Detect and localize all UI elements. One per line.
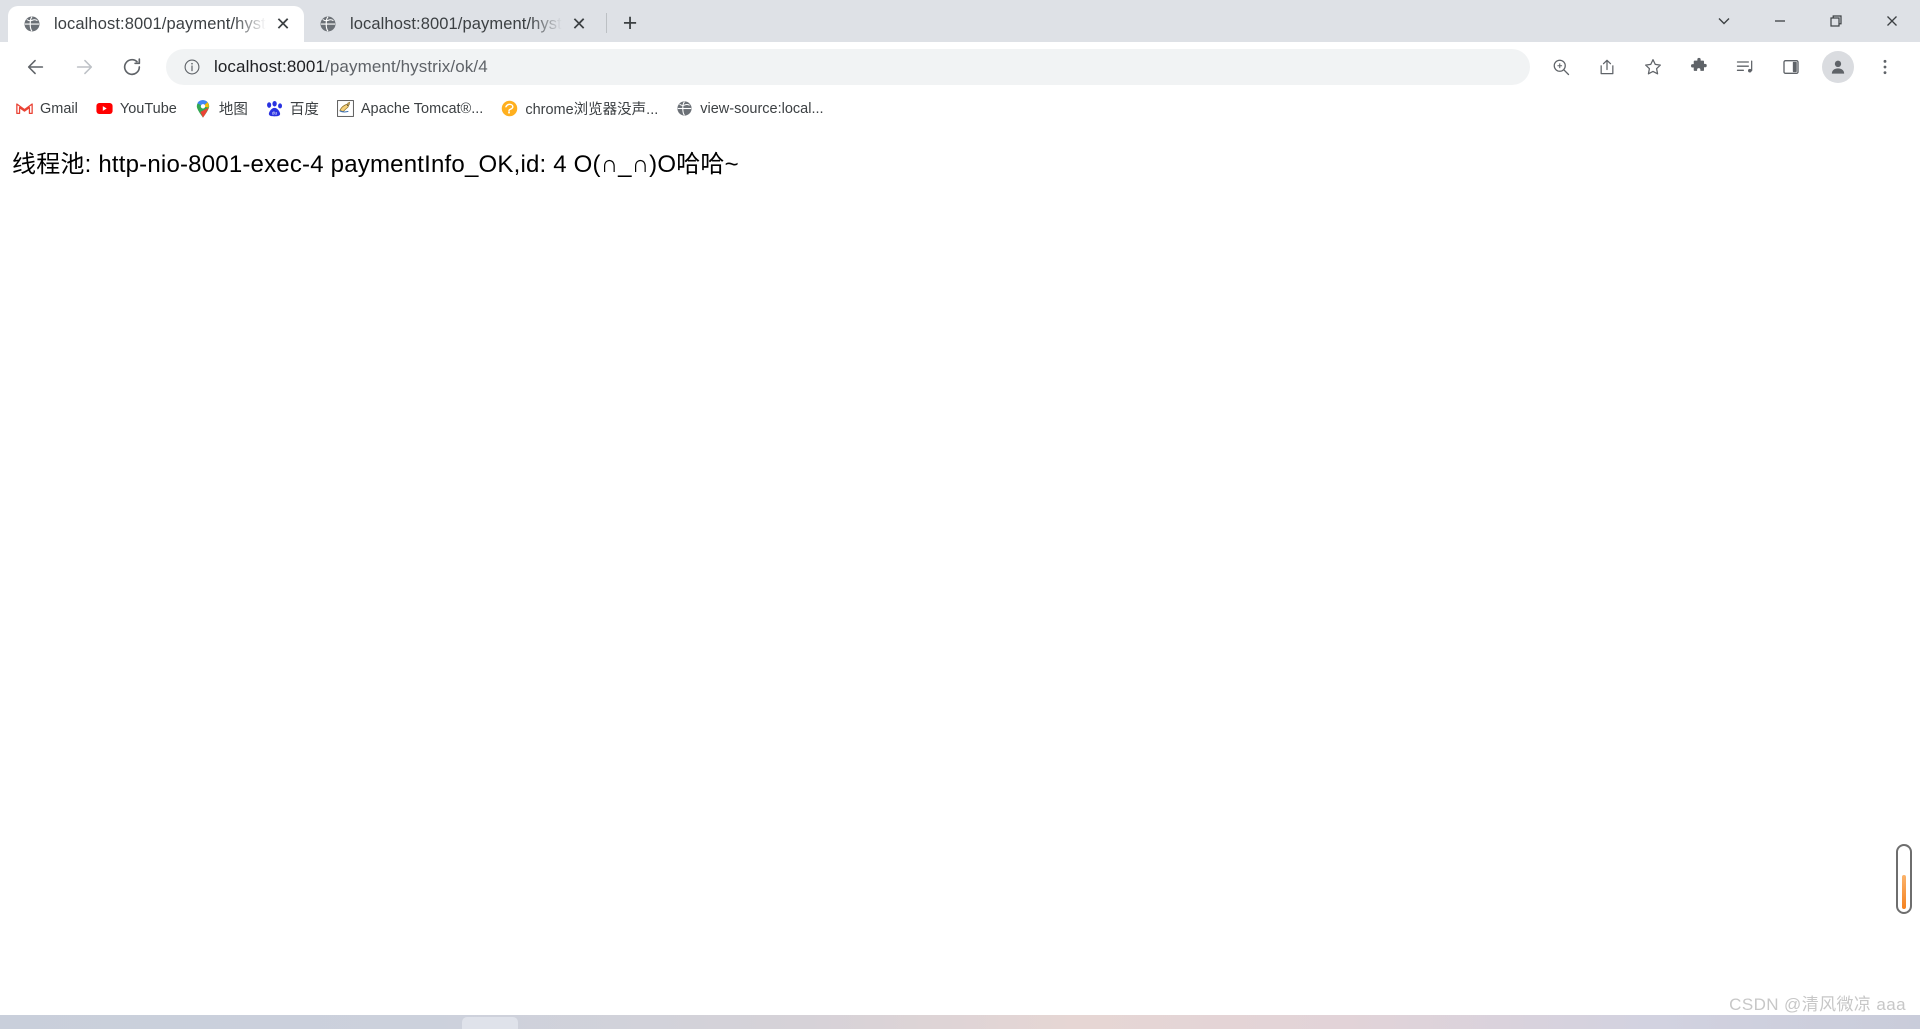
- youtube-icon: [96, 100, 113, 117]
- google-maps-pin-icon: [195, 99, 212, 118]
- scrollbar-fill: [1902, 875, 1906, 909]
- bookmark-chrome-no-sound[interactable]: chrome浏览器没声...: [493, 95, 666, 123]
- gmail-icon: [16, 100, 33, 117]
- back-button[interactable]: [16, 47, 56, 87]
- tab-search-icon[interactable]: [1696, 0, 1752, 42]
- bookmark-label: 百度: [289, 102, 319, 118]
- orange-circle-icon: [501, 100, 518, 117]
- browser-tab-2[interactable]: localhost:8001/payment/hystri ✕: [304, 6, 600, 42]
- info-circle-icon[interactable]: [182, 58, 202, 76]
- toolbar-actions: [1538, 47, 1908, 87]
- profile-avatar-icon[interactable]: [1822, 51, 1854, 83]
- url-host: localhost:8001: [214, 57, 326, 76]
- bookmark-baidu[interactable]: du 百度: [258, 95, 327, 123]
- tab-title: localhost:8001/payment/hystri: [350, 14, 564, 33]
- zoom-icon[interactable]: [1541, 47, 1581, 87]
- tab-divider: [606, 13, 607, 33]
- baidu-paw-icon: du: [266, 100, 283, 117]
- response-text: 线程池: http-nio-8001-exec-4 paymentInfo_OK…: [12, 151, 739, 178]
- kebab-menu-icon[interactable]: [1865, 47, 1905, 87]
- globe-icon: [676, 100, 693, 117]
- address-bar[interactable]: localhost:8001/payment/hystrix/ok/4: [166, 49, 1530, 85]
- minimize-icon[interactable]: [1752, 0, 1808, 42]
- bookmark-label: Apache Tomcat®...: [360, 100, 484, 117]
- csdn-watermark: CSDN @清风微凉 aaa: [1729, 995, 1906, 1014]
- bookmark-label: YouTube: [119, 100, 177, 117]
- bookmark-label: chrome浏览器没声...: [525, 102, 659, 118]
- taskbar-item: [462, 1017, 518, 1029]
- bookmark-label: 地图: [218, 102, 248, 118]
- reload-button[interactable]: [112, 47, 152, 87]
- side-panel-icon[interactable]: [1771, 47, 1811, 87]
- browser-tab-1[interactable]: localhost:8001/payment/hystri ✕: [8, 6, 304, 42]
- tab-title: localhost:8001/payment/hystri: [54, 14, 268, 33]
- maximize-icon[interactable]: [1808, 0, 1864, 42]
- tomcat-icon: [336, 100, 354, 117]
- tab-strip: localhost:8001/payment/hystri ✕ localhos…: [0, 0, 1920, 42]
- extensions-puzzle-icon[interactable]: [1679, 47, 1719, 87]
- bookmarks-bar: Gmail YouTube 地图 du 百度 Apache Tomcat®...…: [0, 92, 1920, 126]
- tab-close-button[interactable]: ✕: [272, 13, 294, 35]
- address-bar-url: localhost:8001/payment/hystrix/ok/4: [214, 57, 488, 77]
- bookmark-label: Gmail: [40, 100, 78, 117]
- url-path: /payment/hystrix/ok/4: [325, 57, 488, 76]
- bookmark-apache-tomcat[interactable]: Apache Tomcat®...: [329, 95, 491, 123]
- new-tab-button[interactable]: +: [613, 6, 647, 40]
- tab-close-button[interactable]: ✕: [568, 13, 590, 35]
- page-content: 线程池: http-nio-8001-exec-4 paymentInfo_OK…: [0, 126, 1920, 1029]
- svg-text:du: du: [272, 110, 278, 115]
- scrollbar-thumb[interactable]: [1896, 844, 1912, 914]
- bookmark-maps[interactable]: 地图: [187, 95, 256, 123]
- bookmark-gmail[interactable]: Gmail: [8, 95, 86, 123]
- window-controls: [1696, 0, 1920, 42]
- globe-icon: [318, 14, 338, 34]
- bookmark-view-source[interactable]: view-source:local...: [668, 95, 831, 123]
- taskbar-sliver: [0, 1015, 1920, 1029]
- bookmark-youtube[interactable]: YouTube: [88, 95, 185, 123]
- browser-toolbar: localhost:8001/payment/hystrix/ok/4: [0, 42, 1920, 92]
- media-playlist-icon[interactable]: [1725, 47, 1765, 87]
- globe-icon: [22, 14, 42, 34]
- forward-button[interactable]: [64, 47, 104, 87]
- bookmark-label: view-source:local...: [700, 100, 824, 117]
- bookmark-star-icon[interactable]: [1633, 47, 1673, 87]
- close-icon[interactable]: [1864, 0, 1920, 42]
- share-icon[interactable]: [1587, 47, 1627, 87]
